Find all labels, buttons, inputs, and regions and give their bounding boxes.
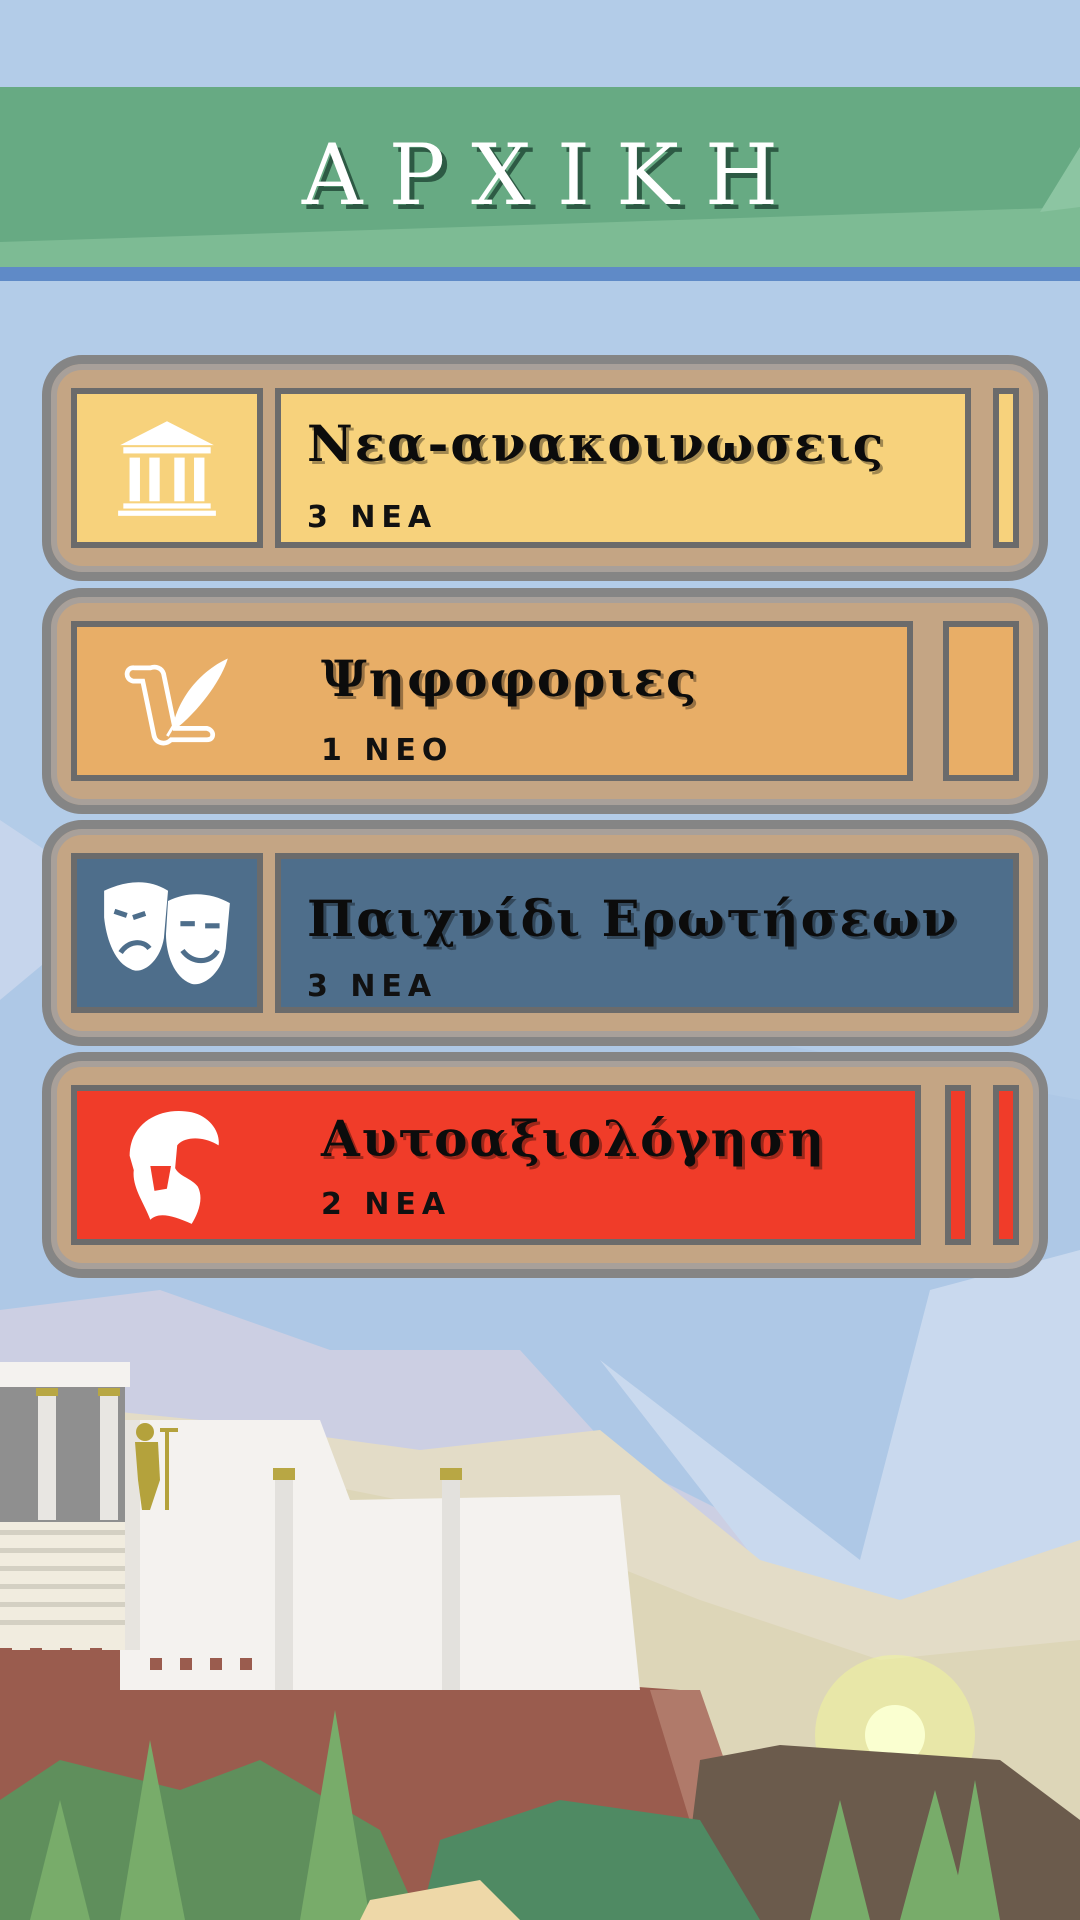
quiz-icon-box — [71, 853, 263, 1013]
self-assessment-side-tab-2 — [993, 1085, 1019, 1245]
news-side-tab — [993, 388, 1019, 548]
spartan-helmet-icon — [129, 1110, 219, 1224]
votes-label: Ψηφοφοριες — [321, 649, 699, 708]
quiz-count: 3 ΝΕΑ — [307, 969, 438, 1004]
header-stripe — [0, 267, 1080, 281]
menu-card-self-assessment[interactable]: Αυτοαξιολόγηση 2 ΝΕΑ — [42, 1052, 1048, 1278]
news-label: Νεα-ανακοινωσεις — [307, 414, 886, 473]
scroll-quill-icon — [124, 658, 228, 746]
page-title: ΑΡΧΙΚΗ — [301, 126, 805, 224]
quiz-label-box: Παιχνίδι Ερωτήσεων 3 ΝΕΑ — [275, 853, 1019, 1013]
temple-icon — [118, 421, 216, 516]
votes-count: 1 ΝΕΟ — [321, 733, 454, 768]
menu-card-news[interactable]: Νεα-ανακοινωσεις 3 ΝΕΑ — [42, 355, 1048, 581]
self-assessment-label-box: Αυτοαξιολόγηση 2 ΝΕΑ — [71, 1085, 921, 1245]
votes-label-box: Ψηφοφοριες 1 ΝΕΟ — [71, 621, 913, 781]
menu-card-votes[interactable]: Ψηφοφοριες 1 ΝΕΟ — [42, 588, 1048, 814]
self-assessment-count: 2 ΝΕΑ — [321, 1187, 452, 1222]
self-assessment-label: Αυτοαξιολόγηση — [321, 1109, 827, 1168]
theater-masks-icon — [104, 882, 230, 985]
self-assessment-side-tab-1 — [945, 1085, 971, 1245]
votes-side-tab — [943, 621, 1019, 781]
news-icon-box — [71, 388, 263, 548]
news-label-box: Νεα-ανακοινωσεις 3 ΝΕΑ — [275, 388, 971, 548]
menu-card-quiz[interactable]: Παιχνίδι Ερωτήσεων 3 ΝΕΑ — [42, 820, 1048, 1046]
quiz-label: Παιχνίδι Ερωτήσεων — [307, 889, 959, 948]
news-count: 3 ΝΕΑ — [307, 500, 438, 535]
